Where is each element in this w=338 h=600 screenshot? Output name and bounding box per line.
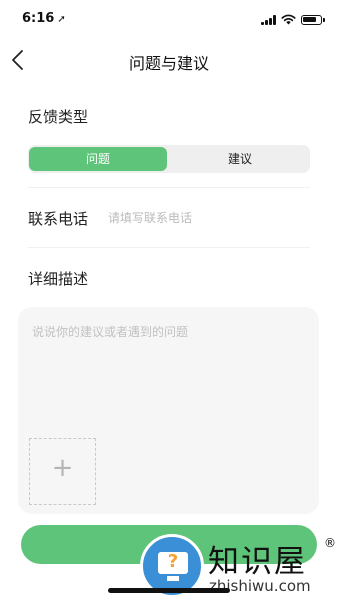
divider — [28, 247, 310, 248]
signal-icon — [261, 14, 276, 25]
add-photo-plus-icon: + — [51, 453, 74, 483]
divider — [28, 187, 310, 188]
feedback-type-label: 反馈类型 — [28, 108, 89, 126]
wifi-icon — [281, 14, 296, 25]
feedback-type-segmented-control: 问题 建议 — [28, 145, 310, 173]
description-textarea[interactable]: 说说你的建议或者遇到的问题 + — [18, 307, 319, 514]
add-photo-button[interactable]: + — [29, 438, 96, 505]
navigation-bar: 问题与建议 — [0, 40, 338, 80]
description-label: 详细描述 — [28, 270, 89, 288]
segment-suggestion[interactable]: 建议 — [171, 147, 309, 171]
watermark-monitor-icon: ? — [158, 551, 188, 574]
status-time-text: 6:16 — [22, 11, 55, 26]
watermark-question-mark: ? — [167, 551, 179, 572]
status-time: 6:16 ➚ — [22, 11, 66, 26]
description-placeholder: 说说你的建议或者遇到的问题 — [32, 325, 189, 339]
contact-phone-input[interactable]: 请填写联系电话 — [108, 209, 192, 226]
page-title: 问题与建议 — [128, 54, 209, 73]
watermark-brand-text: 知识屋 — [208, 544, 307, 580]
contact-phone-label: 联系电话 — [28, 210, 89, 228]
location-arrow-icon: ➚ — [57, 14, 66, 25]
watermark-registered-mark: ® — [324, 536, 336, 550]
status-icons — [261, 14, 325, 25]
segment-issue[interactable]: 问题 — [29, 147, 167, 171]
watermark-monitor-stand — [167, 576, 179, 581]
battery-icon — [301, 14, 325, 25]
home-indicator — [108, 588, 230, 593]
status-bar: 6:16 ➚ — [0, 0, 338, 40]
